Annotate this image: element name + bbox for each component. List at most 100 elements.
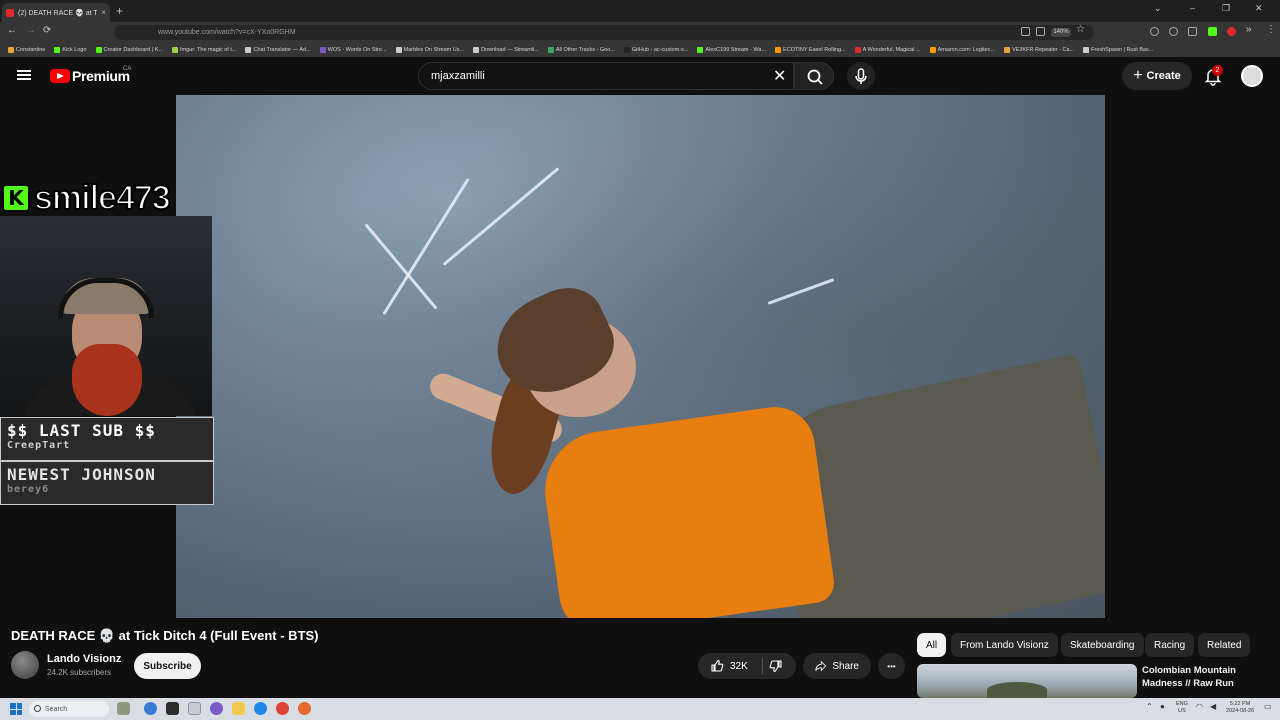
kick-extension-icon[interactable] <box>1208 27 1217 36</box>
more-chevron-icon[interactable]: » <box>1246 24 1252 35</box>
recommended-video-thumbnail[interactable] <box>917 664 1137 698</box>
taskbar-chrome-icon[interactable] <box>276 702 289 715</box>
bookmark-favicon-icon <box>473 46 480 53</box>
bookmark-item[interactable]: Imgur: The magic of t... <box>172 46 236 53</box>
windows-taskbar: Search ⌃ ● ENG US ◠ ◀ 5:22 PM 2024-08-26… <box>0 698 1280 720</box>
taskbar-terminal-icon[interactable] <box>166 702 179 715</box>
video-player[interactable] <box>176 95 1105 618</box>
taskbar-edge-icon[interactable] <box>144 702 157 715</box>
bookmark-item[interactable]: Amazon.com: Logitec... <box>929 46 995 53</box>
taskbar-app-icon[interactable] <box>117 702 130 715</box>
bookmark-item[interactable]: Download — Streamli... <box>473 46 539 53</box>
channel-name[interactable]: Lando Visionz <box>47 653 121 665</box>
taskbar-settings-icon[interactable] <box>254 702 267 715</box>
bookmark-label: Chat Translator — Ad... <box>253 46 311 53</box>
download-icon[interactable] <box>1150 27 1159 36</box>
bookmark-item[interactable]: FreshSpawn | Rust Bas... <box>1083 46 1154 53</box>
screenshot-icon[interactable] <box>1036 27 1045 36</box>
forward-button[interactable]: → <box>26 25 36 36</box>
minimize-button[interactable]: – <box>1190 3 1195 13</box>
chevron-down-icon[interactable]: ⌄ <box>1154 3 1162 14</box>
filter-chip[interactable]: From Lando Visionz <box>951 633 1058 657</box>
bookmark-favicon-icon <box>1004 46 1011 53</box>
voice-search-button[interactable] <box>847 62 875 90</box>
filter-chip[interactable]: Racing <box>1145 633 1195 657</box>
browser-tab[interactable]: (2) DEATH RACE 💀 at Tick Ditch × <box>2 3 110 22</box>
youtube-premium-label[interactable]: Premium <box>72 68 130 84</box>
youtube-logo-icon[interactable] <box>50 69 70 83</box>
bookmark-item[interactable]: Constantine <box>8 46 46 53</box>
bookmark-item[interactable]: AlexC199 Stream - Wa... <box>697 46 766 53</box>
notification-center-icon[interactable]: ▭ <box>1264 703 1272 711</box>
create-label: Create <box>1146 70 1181 82</box>
last-sub-heading: $$ LAST SUB $$ <box>7 421 156 440</box>
cast-icon[interactable] <box>1021 27 1030 36</box>
taskbar-window-icon[interactable] <box>188 702 201 715</box>
bookmark-label: FreshSpawn | Rust Bas... <box>1091 46 1154 53</box>
taskbar-folder-icon[interactable] <box>232 702 245 715</box>
profile-record-icon[interactable] <box>1227 27 1236 36</box>
filter-chip[interactable]: Related <box>1198 633 1251 657</box>
clear-search-icon[interactable]: ✕ <box>773 66 786 86</box>
bookmark-item[interactable]: Chat Translator — Ad... <box>245 46 311 53</box>
taskbar-clock[interactable]: 5:22 PM 2024-08-26 <box>1226 701 1254 715</box>
windows-start-icon[interactable] <box>10 703 22 715</box>
create-button[interactable]: + Create <box>1122 62 1192 90</box>
bookmark-label: Kick Logo <box>62 46 87 53</box>
share-button[interactable]: Share <box>803 653 871 679</box>
webcam-headset <box>58 278 154 318</box>
taskbar-search-input[interactable]: Search <box>29 701 109 717</box>
channel-avatar[interactable] <box>11 651 39 679</box>
wifi-icon[interactable]: ◠ <box>1196 703 1203 711</box>
history-icon[interactable] <box>1169 27 1178 36</box>
bookmark-favicon-icon <box>547 46 554 53</box>
bookmark-item[interactable]: VE3KFR Repeater - Ca... <box>1004 46 1074 53</box>
bookmark-label: ECOTINY Easel Rolling... <box>783 46 846 53</box>
filter-chip[interactable]: Skateboarding <box>1061 633 1144 657</box>
bookmark-item[interactable]: GitHub - ac-custom-s... <box>623 46 688 53</box>
filter-chip[interactable]: All <box>917 633 947 657</box>
more-actions-button[interactable]: ••• <box>878 653 905 679</box>
volume-icon[interactable]: ◀ <box>1210 703 1216 711</box>
recommended-video-title[interactable]: Colombian Mountain Madness // Raw Run <box>1142 664 1277 690</box>
bookmark-item[interactable]: All Other Tracks - Goo... <box>547 46 615 53</box>
share-icon <box>815 660 827 672</box>
bookmark-item[interactable]: WOS - Words On Stre... <box>319 46 387 53</box>
bookmark-label: Constantine <box>16 46 46 53</box>
tray-mic-icon[interactable]: ● <box>1160 703 1165 711</box>
maximize-button[interactable]: ❐ <box>1222 3 1230 14</box>
thumbs-up-icon[interactable] <box>710 659 724 673</box>
account-avatar[interactable] <box>1241 65 1263 87</box>
close-window-button[interactable]: ✕ <box>1255 3 1263 14</box>
reload-button[interactable]: ⟳ <box>43 25 51 36</box>
video-title: DEATH RACE 💀 at Tick Ditch 4 (Full Event… <box>11 628 319 643</box>
address-bar[interactable]: www.youtube.com/watch?v=cX-YXo0RGHM <box>114 25 1094 40</box>
subscriber-count: 24.2K subscribers <box>47 668 112 677</box>
language-indicator[interactable]: ENG US <box>1176 701 1188 715</box>
menu-dots-icon[interactable]: ⋮ <box>1266 24 1276 35</box>
zoom-level[interactable]: 140% <box>1051 28 1071 37</box>
bookmark-label: All Other Tracks - Goo... <box>555 46 615 53</box>
taskbar-app-icon[interactable] <box>298 702 311 715</box>
bookmark-item[interactable]: A Wonderful, Magical ... <box>854 46 921 53</box>
tab-close-icon[interactable]: × <box>101 8 106 17</box>
subscribe-button[interactable]: Subscribe <box>134 653 201 679</box>
back-button[interactable]: ← <box>7 25 17 36</box>
bookmark-star-icon[interactable]: ☆ <box>1076 24 1085 35</box>
new-tab-button[interactable]: + <box>116 4 123 18</box>
bookmark-label: Creator Dashboard | K... <box>103 46 164 53</box>
tray-chevron-icon[interactable]: ⌃ <box>1146 703 1153 711</box>
thumbs-down-icon[interactable] <box>769 659 783 673</box>
bookmark-item[interactable]: Creator Dashboard | K... <box>95 46 164 53</box>
search-button[interactable] <box>794 62 834 90</box>
bookmark-favicon-icon <box>854 46 861 53</box>
extensions-icon[interactable] <box>1188 27 1197 36</box>
clock-date: 2024-08-26 <box>1226 708 1255 714</box>
bookmark-item[interactable]: ECOTINY Easel Rolling... <box>775 46 846 53</box>
taskbar-discord-icon[interactable] <box>210 702 223 715</box>
search-input[interactable]: mjaxzamilli <box>418 62 794 90</box>
bookmark-item[interactable]: Kick Logo <box>54 46 87 53</box>
menu-hamburger-icon[interactable] <box>17 70 31 80</box>
like-count[interactable]: 32K <box>730 661 748 672</box>
bookmark-item[interactable]: Marbles On Stream Us... <box>395 46 464 53</box>
